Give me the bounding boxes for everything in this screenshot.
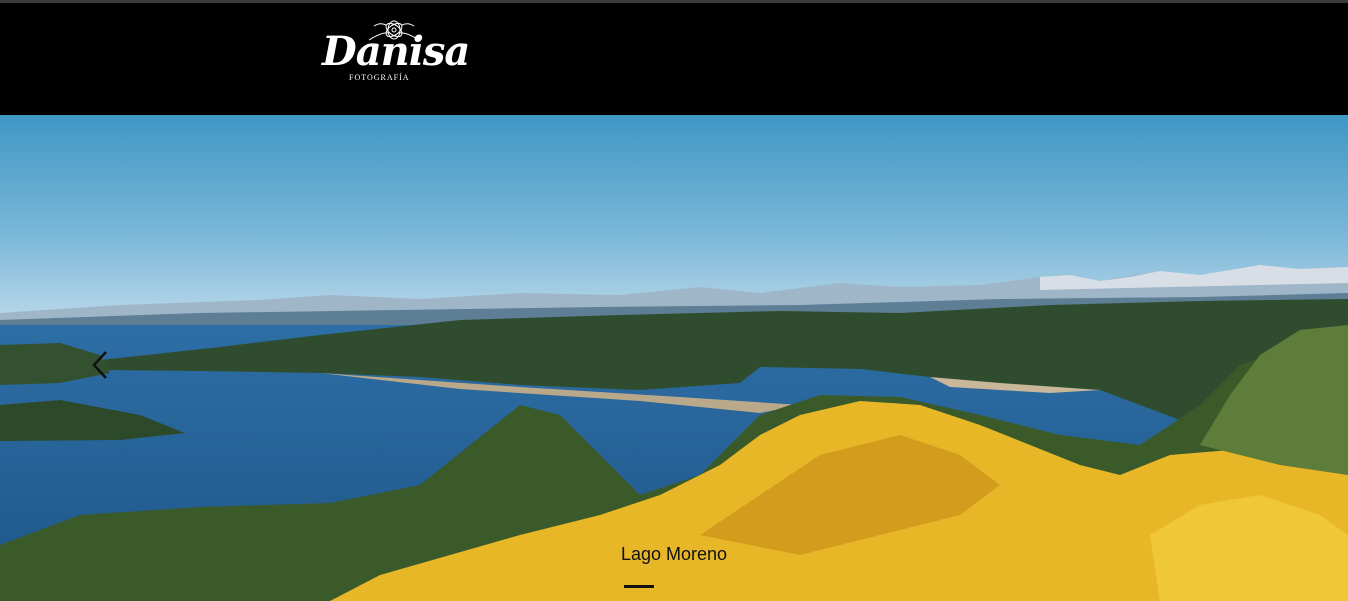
hero-image xyxy=(0,115,1348,601)
chevron-left-icon xyxy=(92,351,107,379)
brand-subtitle: FOTOGRAFÍA xyxy=(349,73,410,82)
brand-logo[interactable]: Danisa FOTOGRAFÍA xyxy=(322,18,470,90)
hero-slider xyxy=(0,115,1348,601)
nav-mas[interactable]: MAS xyxy=(139,3,174,22)
nav-sobre-mi[interactable]: SOBRE MI xyxy=(55,3,134,22)
slide-indicator[interactable] xyxy=(624,585,654,588)
main-nav: INICIO SOBRE MI MAS CONTACTO xyxy=(0,3,1348,22)
nav-inicio[interactable]: INICIO xyxy=(0,3,50,22)
brand-name: Danisa xyxy=(322,28,470,75)
slider-prev-button[interactable] xyxy=(90,350,110,380)
nav-contacto[interactable]: CONTACTO xyxy=(179,3,267,22)
site-header: Danisa FOTOGRAFÍA INICIO SOBRE MI MAS CO… xyxy=(0,3,1348,115)
slide-caption: Lago Moreno xyxy=(620,544,728,564)
